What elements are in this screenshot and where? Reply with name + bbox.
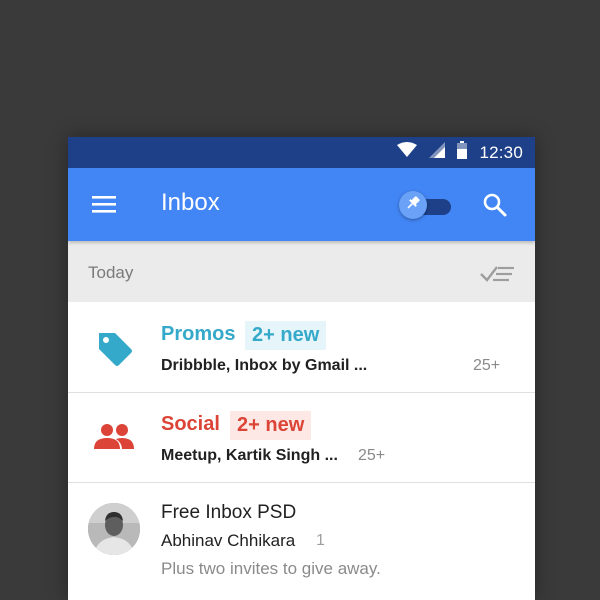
new-badge-promos: 2+ new xyxy=(245,321,327,350)
status-time: 12:30 xyxy=(479,142,523,162)
app-title: Inbox xyxy=(161,189,220,216)
email-sender: Abhinav Chhikara xyxy=(161,531,296,550)
toggle-thumb xyxy=(399,191,427,219)
tag-icon xyxy=(96,330,134,373)
email-thread-count: 1 xyxy=(316,532,325,549)
menu-icon[interactable] xyxy=(92,194,116,214)
status-icons: 12:30 xyxy=(397,137,523,168)
bundle-snippet-social: Meetup, Kartik Singh ... xyxy=(161,447,338,464)
search-icon[interactable] xyxy=(482,192,508,218)
email-row[interactable]: Free Inbox PSD Abhinav Chhikara 1 Plus t… xyxy=(68,483,535,600)
bundle-count-promos: 25+ xyxy=(473,357,501,374)
signal-icon xyxy=(429,142,446,163)
bundle-row-promos[interactable]: Promos 2+ new Dribbble, Inbox by Gmail .… xyxy=(68,303,535,393)
sweep-done-icon[interactable] xyxy=(480,263,516,283)
section-title: Today xyxy=(88,263,134,282)
status-bar: 12:30 xyxy=(68,137,535,168)
pin-toggle[interactable] xyxy=(399,189,452,222)
bundle-snippet-promos: Dribbble, Inbox by Gmail ... xyxy=(161,357,368,374)
section-header: Today xyxy=(68,241,535,302)
bundle-title-social: Social xyxy=(161,413,220,435)
wifi-icon xyxy=(397,142,418,163)
new-badge-social: 2+ new xyxy=(230,411,312,440)
email-subject: Free Inbox PSD xyxy=(161,502,297,523)
bundle-row-social[interactable]: Social 2+ new Meetup, Kartik Singh ... 2… xyxy=(68,393,535,483)
email-snippet: Plus two invites to give away. xyxy=(161,559,381,578)
bundle-title-promos: Promos xyxy=(161,323,236,345)
pin-icon xyxy=(406,195,420,215)
battery-icon xyxy=(457,141,468,164)
avatar xyxy=(88,503,140,555)
phone-frame: 12:30 Inbox Today Promos 2+ new Dribbble… xyxy=(68,137,535,600)
people-icon xyxy=(94,422,134,455)
bundle-count-social: 25+ xyxy=(358,447,386,464)
app-bar: Inbox xyxy=(68,168,535,241)
